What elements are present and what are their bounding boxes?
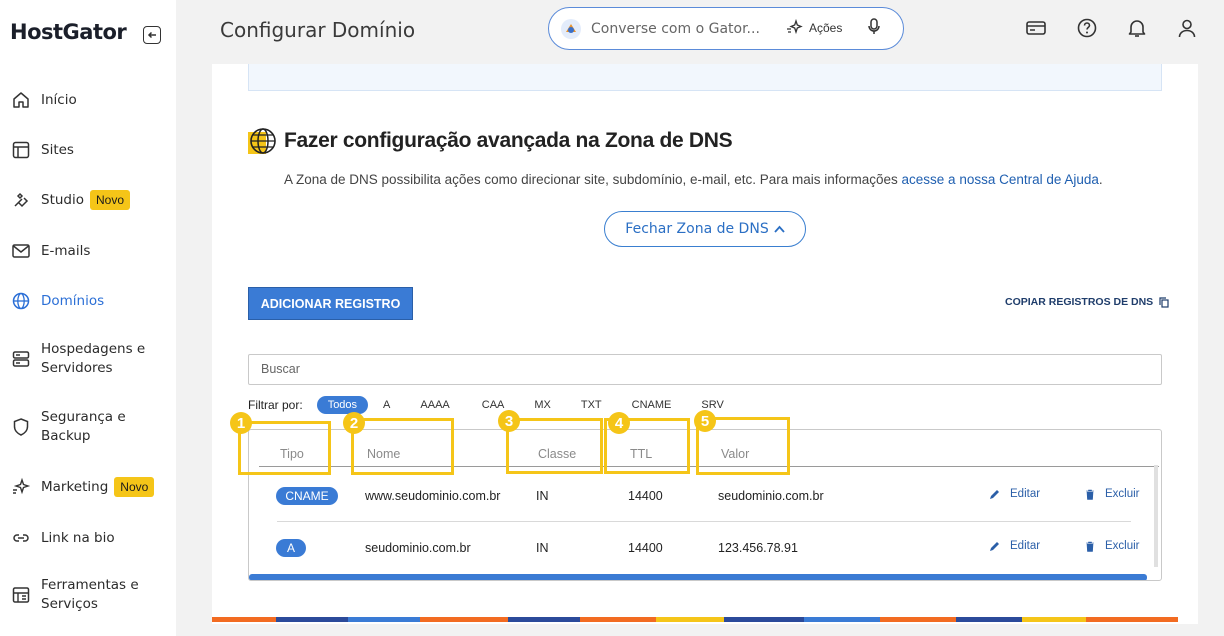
- record-value: seudominio.com.br: [718, 489, 824, 503]
- pencil-icon: [990, 541, 999, 551]
- sidebar-item-sites[interactable]: Sites: [10, 139, 170, 161]
- home-icon: [10, 89, 32, 111]
- records-search-input[interactable]: Buscar: [248, 354, 1162, 385]
- add-record-button[interactable]: ADICIONAR REGISTRO: [248, 287, 413, 320]
- copy-dns-records-button[interactable]: COPIAR REGISTROS DE DNS: [1005, 296, 1169, 308]
- close-dns-zone-button[interactable]: Fechar Zona de DNS: [604, 211, 806, 247]
- record-type-badge: CNAME: [276, 487, 338, 505]
- annotation-number-1: 1: [230, 412, 252, 434]
- shield-icon: [10, 416, 32, 438]
- help-center-link[interactable]: acesse a nossa Central de Ajuda: [902, 172, 1099, 187]
- new-badge: Novo: [114, 477, 155, 497]
- dns-title: Fazer configuração avançada na Zona de D…: [284, 129, 733, 152]
- billing-card-icon[interactable]: [1025, 17, 1047, 39]
- record-value: 123.456.78.91: [718, 541, 798, 555]
- filter-chip-mx[interactable]: MX: [523, 396, 562, 414]
- mail-icon: [10, 240, 32, 262]
- sidebar-item-seguranca[interactable]: Segurança e Backup: [10, 408, 170, 446]
- filter-chip-todos[interactable]: Todos: [316, 396, 369, 414]
- sidebar-item-inicio[interactable]: Início: [10, 89, 170, 111]
- sidebar-item-ferramentas[interactable]: Ferramentas e Serviços: [10, 576, 170, 614]
- edit-record-button[interactable]: Editar: [989, 488, 1040, 500]
- actions-label: Ações: [809, 21, 843, 35]
- annotation-number-4: 4: [608, 412, 630, 434]
- filter-chip-txt[interactable]: TXT: [570, 396, 613, 414]
- sidebar-item-hospedagens[interactable]: Hospedagens e Servidores: [10, 340, 170, 378]
- sidebar-item-dominios[interactable]: Domínios: [10, 290, 170, 312]
- sidebar-item-studio[interactable]: Studio Novo: [10, 189, 170, 211]
- row-divider: [277, 521, 1131, 522]
- annotation-box-2: [351, 418, 454, 475]
- record-class: IN: [536, 541, 549, 555]
- dns-card: Fazer configuração avançada na Zona de D…: [212, 64, 1198, 624]
- dns-description: A Zona de DNS possibilita ações como dir…: [284, 172, 1103, 187]
- sidebar: HostGator Início Sites Studio Novo E-mai…: [0, 0, 176, 636]
- filter-chip-cname[interactable]: CNAME: [621, 396, 683, 414]
- record-ttl: 14400: [628, 541, 663, 555]
- delete-record-button[interactable]: Excluir: [1085, 488, 1140, 500]
- annotation-box-1: [238, 421, 331, 475]
- gator-avatar-icon: [561, 18, 581, 39]
- sparkle-icon: [787, 19, 803, 35]
- sidebar-item-marketing[interactable]: Marketing Novo: [10, 476, 170, 498]
- sidebar-item-label: Hospedagens e Servidores: [41, 341, 146, 376]
- help-icon[interactable]: [1076, 17, 1098, 39]
- annotation-number-3: 3: [498, 410, 520, 432]
- annotation-number-2: 2: [343, 412, 365, 434]
- copy-icon: [1159, 296, 1169, 308]
- pencil-icon: [990, 489, 999, 499]
- filter-chip-srv[interactable]: SRV: [690, 396, 734, 414]
- link-icon: [10, 527, 32, 549]
- sidebar-item-emails[interactable]: E-mails: [10, 240, 170, 262]
- trash-icon: [1086, 541, 1094, 552]
- studio-icon: [10, 189, 32, 211]
- sidebar-item-link-bio[interactable]: Link na bio: [10, 527, 170, 549]
- page-title: Configurar Domínio: [220, 18, 416, 42]
- filter-chip-a[interactable]: A: [372, 396, 401, 414]
- sidebar-item-label: Studio: [41, 191, 84, 208]
- user-icon[interactable]: [1176, 17, 1198, 39]
- server-icon: [10, 348, 32, 370]
- horizontal-scrollbar[interactable]: [249, 574, 1147, 580]
- dns-heading: Fazer configuração avançada na Zona de D…: [248, 126, 733, 156]
- gator-chat-bar[interactable]: Converse com o Gator... Ações: [548, 7, 904, 50]
- globe-icon: [10, 290, 32, 312]
- sidebar-item-label: Segurança e Backup: [41, 409, 126, 444]
- bell-icon[interactable]: [1126, 17, 1148, 39]
- layout-icon: [10, 139, 32, 161]
- vertical-scrollbar[interactable]: [1154, 465, 1158, 567]
- annotation-number-5: 5: [694, 410, 716, 432]
- delete-record-button[interactable]: Excluir: [1085, 540, 1140, 552]
- record-ttl: 14400: [628, 489, 663, 503]
- record-filters: Filtrar por: Todos A AAAA CAA MX TXT CNA…: [248, 396, 739, 414]
- record-name: www.seudominio.com.br: [365, 489, 501, 503]
- record-class: IN: [536, 489, 549, 503]
- sparkle-icon: [10, 476, 32, 498]
- sidebar-item-label: Início: [41, 91, 77, 108]
- edit-record-button[interactable]: Editar: [989, 540, 1040, 552]
- info-panel: [248, 64, 1162, 91]
- record-type-badge: A: [276, 539, 306, 557]
- brand-stripe: [212, 617, 1198, 622]
- sidebar-item-label: Domínios: [41, 292, 105, 309]
- microphone-icon[interactable]: [867, 17, 881, 42]
- collapse-sidebar-icon[interactable]: [143, 26, 161, 44]
- record-name: seudominio.com.br: [365, 541, 471, 555]
- sidebar-item-label: Marketing: [41, 478, 109, 495]
- gator-chat-input[interactable]: Converse com o Gator...: [591, 21, 760, 37]
- sidebar-item-label: E-mails: [41, 242, 91, 259]
- trash-icon: [1086, 489, 1094, 500]
- filter-label: Filtrar por:: [248, 398, 303, 412]
- sidebar-item-label: Link na bio: [41, 529, 115, 546]
- chevron-up-icon: [774, 225, 785, 233]
- new-badge: Novo: [90, 190, 131, 210]
- hostgator-logo[interactable]: HostGator: [10, 20, 127, 44]
- globe-icon: [248, 126, 278, 156]
- sidebar-item-label: Sites: [41, 141, 74, 158]
- filter-chip-aaaa[interactable]: AAAA: [409, 396, 460, 414]
- actions-button[interactable]: Ações: [785, 19, 842, 37]
- annotation-box-3: [506, 418, 603, 474]
- tools-icon: [10, 584, 32, 606]
- sidebar-item-label: Ferramentas e Serviços: [41, 577, 139, 612]
